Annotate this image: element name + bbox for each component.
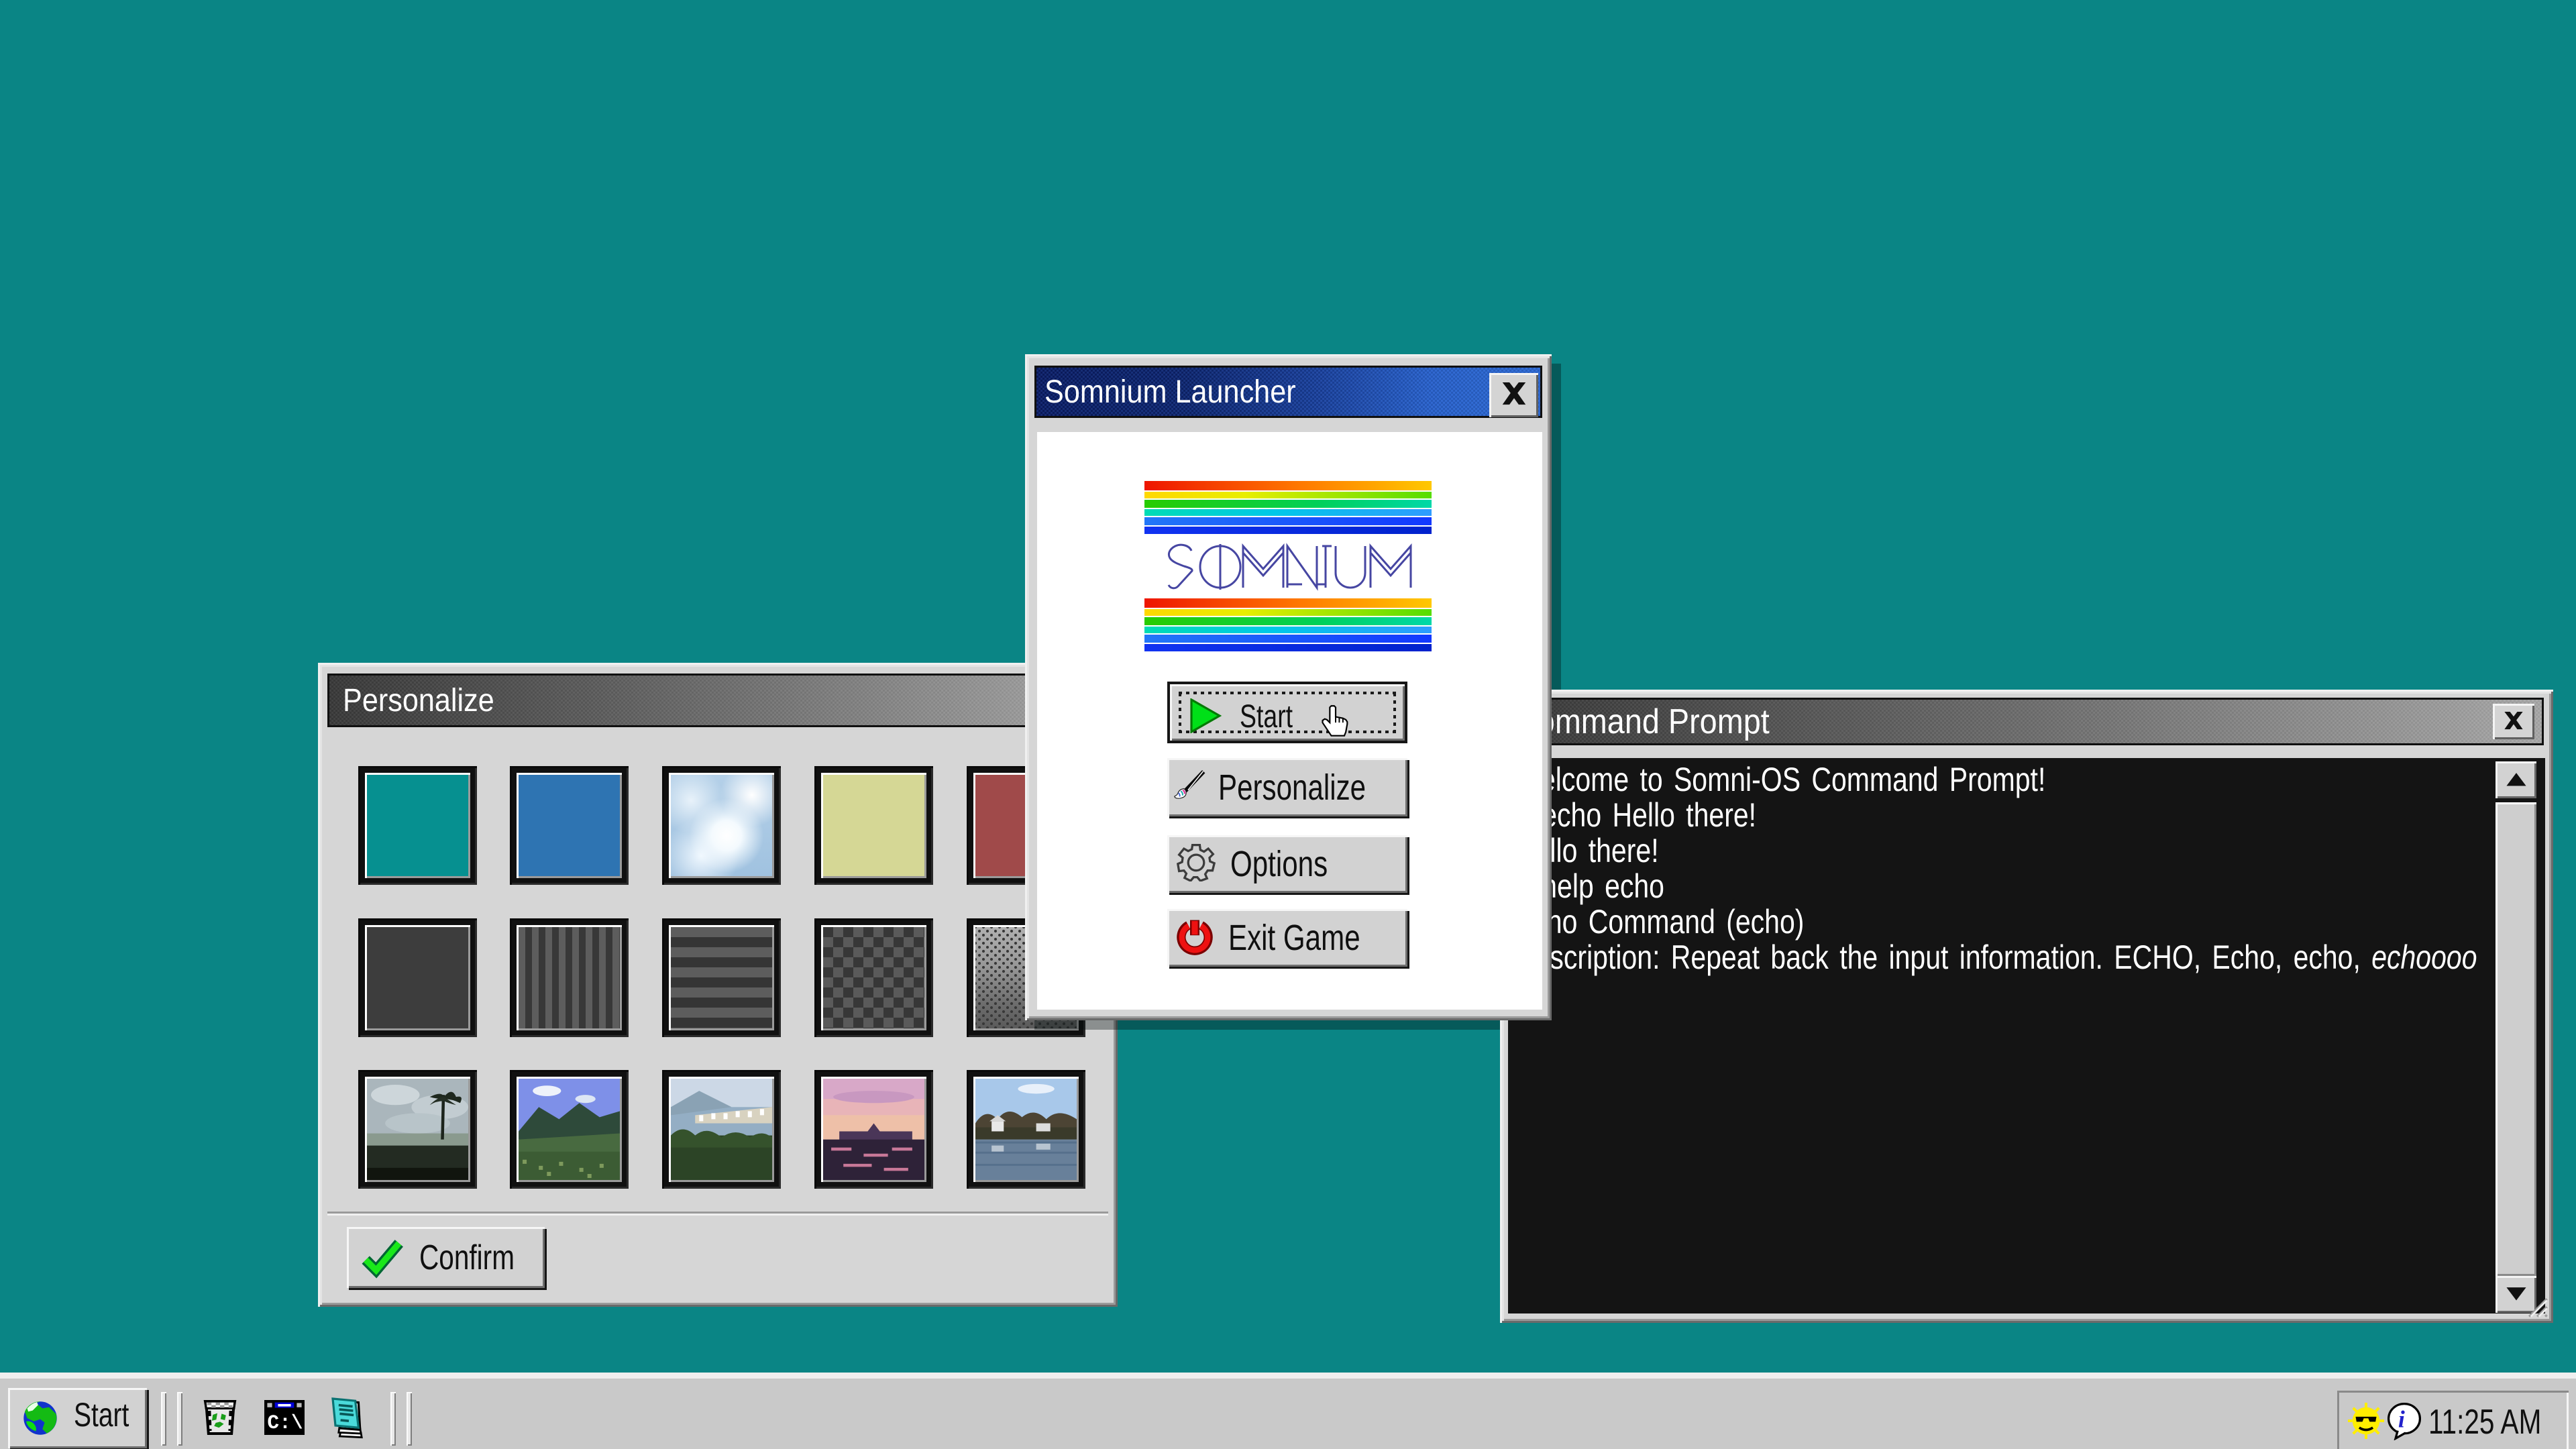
svg-text:C:\: C:\ — [267, 1411, 303, 1434]
svg-text:i: i — [2398, 1405, 2405, 1432]
